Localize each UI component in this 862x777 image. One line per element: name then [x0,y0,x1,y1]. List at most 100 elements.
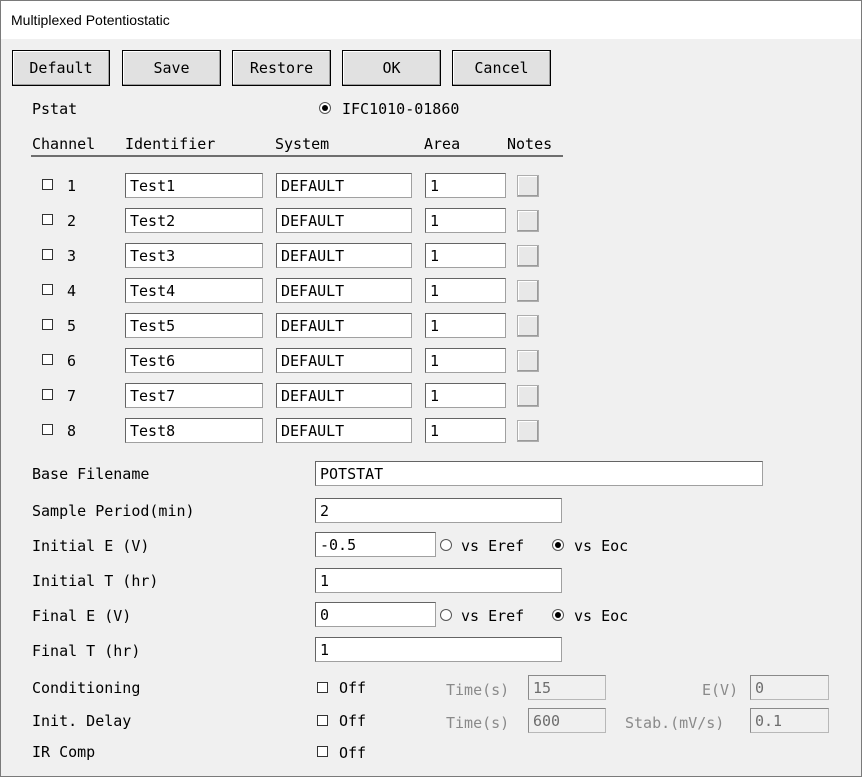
system-input[interactable] [276,278,412,303]
area-input[interactable] [425,278,506,303]
ir-comp-checkbox[interactable] [317,746,328,757]
channel-checkbox[interactable] [42,424,53,435]
area-input[interactable] [425,243,506,268]
system-input[interactable] [276,208,412,233]
base-filename-label: Base Filename [32,465,150,483]
window-title: Multiplexed Potentiostatic [11,12,170,28]
header-area: Area [424,135,461,153]
channel-number: 2 [67,212,77,230]
channel-number: 5 [67,317,77,335]
channel-number: 6 [67,352,77,370]
header-channel: Channel [32,135,96,153]
initial-e-vs-eref-radio[interactable] [440,539,452,551]
area-input[interactable] [425,173,506,198]
identifier-input[interactable] [125,348,263,373]
area-input[interactable] [425,348,506,373]
initial-e-input[interactable] [315,532,436,557]
notes-button[interactable] [517,175,539,197]
area-input[interactable] [425,208,506,233]
pstat-option-label: IFC1010-01860 [342,100,460,118]
final-e-label: Final E (V) [32,607,132,625]
default-button[interactable]: Default [12,50,110,86]
identifier-input[interactable] [125,208,263,233]
system-input[interactable] [276,243,412,268]
identifier-input[interactable] [125,278,263,303]
channel-checkbox[interactable] [42,284,53,295]
conditioning-e-input[interactable] [750,675,829,700]
conditioning-label: Conditioning [32,679,141,697]
final-e-vs-eref-label: vs Eref [461,607,525,625]
channel-checkbox[interactable] [42,319,53,330]
initial-t-input[interactable] [315,568,562,593]
notes-button[interactable] [517,420,539,442]
system-input[interactable] [276,348,412,373]
channel-number: 8 [67,422,77,440]
title-bar: Multiplexed Potentiostatic [1,1,861,39]
pstat-radio[interactable] [319,102,331,114]
init-delay-time-label: Time(s) [446,714,510,732]
notes-button[interactable] [517,385,539,407]
area-input[interactable] [425,313,506,338]
cancel-button[interactable]: Cancel [452,50,551,86]
channel-checkbox[interactable] [42,249,53,260]
initial-e-vs-eref-label: vs Eref [461,537,525,555]
ir-comp-toggle-label: Off [339,744,367,762]
initial-e-label: Initial E (V) [32,537,150,555]
restore-button[interactable]: Restore [232,50,331,86]
init-delay-stab-input[interactable] [750,708,829,733]
identifier-input[interactable] [125,313,263,338]
channel-number: 1 [67,177,77,195]
channel-checkbox[interactable] [42,389,53,400]
notes-button[interactable] [517,280,539,302]
sample-period-input[interactable] [315,498,562,523]
conditioning-checkbox[interactable] [317,682,328,693]
header-identifier: Identifier [125,135,216,153]
identifier-input[interactable] [125,173,263,198]
channel-checkbox[interactable] [42,214,53,225]
notes-button[interactable] [517,315,539,337]
header-notes: Notes [507,135,553,153]
conditioning-toggle-label: Off [339,679,367,697]
final-e-input[interactable] [315,602,436,627]
notes-button[interactable] [517,245,539,267]
base-filename-input[interactable] [315,461,763,486]
pstat-label: Pstat [32,100,78,118]
initial-e-vs-eoc-radio[interactable] [552,539,564,551]
identifier-input[interactable] [125,418,263,443]
identifier-input[interactable] [125,383,263,408]
ir-comp-label: IR Comp [32,743,96,761]
final-e-vs-eref-radio[interactable] [440,609,452,621]
system-input[interactable] [276,383,412,408]
notes-button[interactable] [517,350,539,372]
system-input[interactable] [276,313,412,338]
dialog-window: Multiplexed Potentiostatic Default Save … [0,0,862,777]
final-e-vs-eoc-radio[interactable] [552,609,564,621]
area-input[interactable] [425,383,506,408]
identifier-input[interactable] [125,243,263,268]
init-delay-toggle-label: Off [339,712,367,730]
conditioning-e-label: E(V) [702,681,739,699]
channel-number: 4 [67,282,77,300]
channel-number: 7 [67,387,77,405]
header-system: System [275,135,330,153]
conditioning-time-input[interactable] [528,675,606,700]
initial-e-vs-eoc-label: vs Eoc [574,537,629,555]
final-e-vs-eoc-label: vs Eoc [574,607,629,625]
conditioning-time-label: Time(s) [446,681,510,699]
channel-number: 3 [67,247,77,265]
channel-checkbox[interactable] [42,179,53,190]
save-button[interactable]: Save [122,50,221,86]
ok-button[interactable]: OK [342,50,441,86]
init-delay-time-input[interactable] [528,708,606,733]
init-delay-checkbox[interactable] [317,715,328,726]
notes-button[interactable] [517,210,539,232]
system-input[interactable] [276,418,412,443]
sample-period-label: Sample Period(min) [32,502,195,520]
area-input[interactable] [425,418,506,443]
header-divider [31,155,563,157]
final-t-input[interactable] [315,637,562,662]
channel-checkbox[interactable] [42,354,53,365]
final-t-label: Final T (hr) [32,642,141,660]
system-input[interactable] [276,173,412,198]
init-delay-label: Init. Delay [32,712,132,730]
